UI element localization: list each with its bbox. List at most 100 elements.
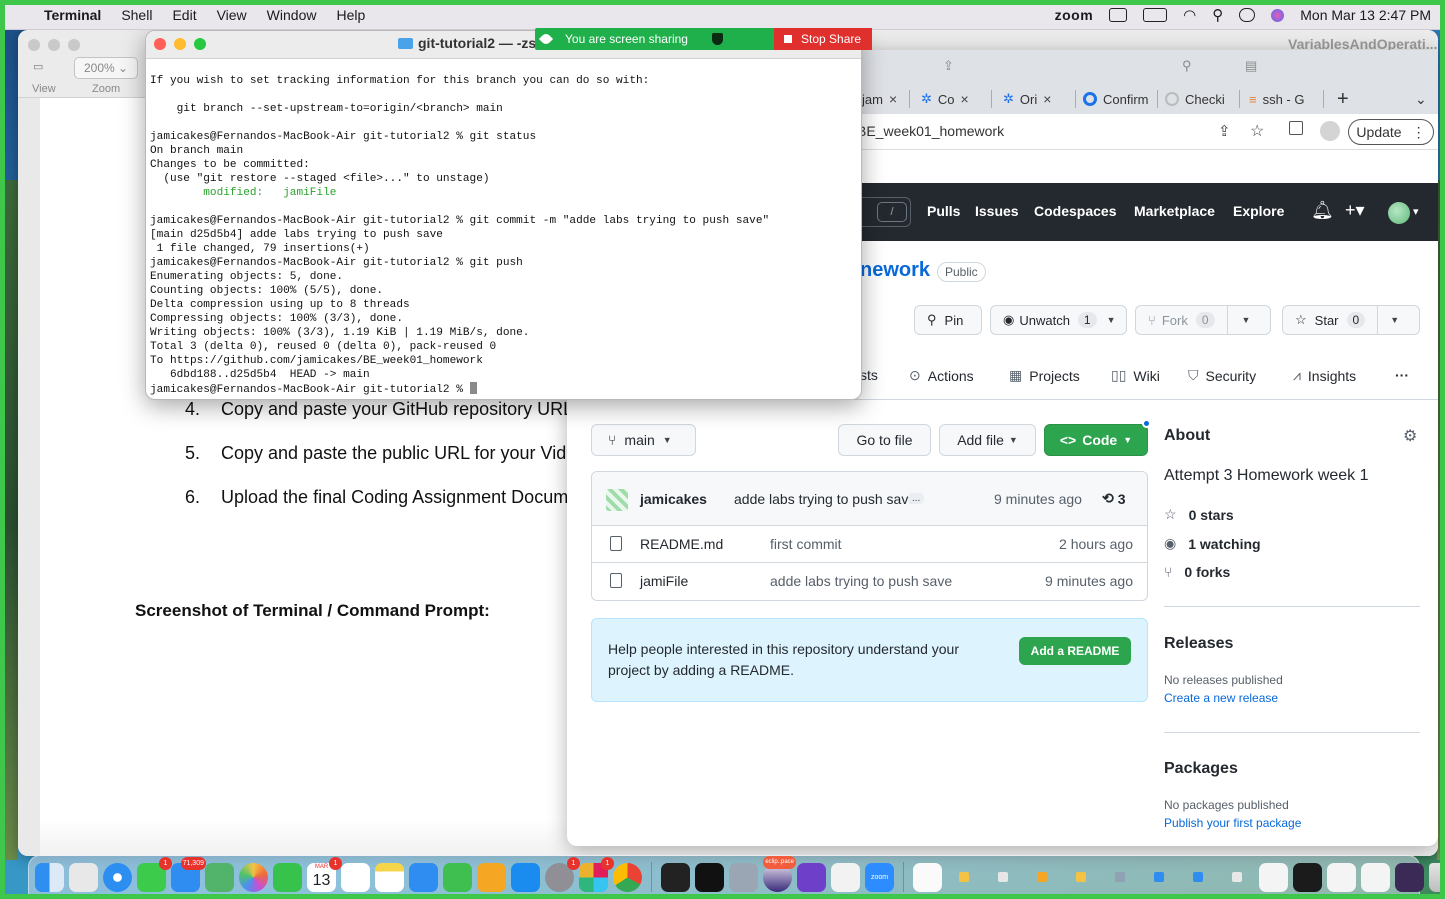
file-name[interactable]: README.md (640, 536, 723, 552)
terminal-output[interactable]: If you wish to set tracking information … (150, 74, 856, 397)
github-desktop-icon[interactable] (797, 862, 826, 892)
more-tabs-button[interactable]: ··· (1395, 367, 1409, 383)
star-caret-icon[interactable]: ▼ (1390, 315, 1399, 325)
browser-tab-4[interactable]: Confirm (1083, 88, 1149, 110)
doc-minimize-button[interactable] (48, 39, 60, 51)
browser-tab-2[interactable]: ✲ Co × (921, 88, 969, 110)
packages-heading[interactable]: Packages (1164, 760, 1238, 778)
commit-time[interactable]: 9 minutes ago (994, 491, 1082, 507)
nav-codespaces[interactable]: Codespaces (1034, 203, 1116, 219)
spotlight-search-icon[interactable]: ⚲ (1212, 6, 1223, 24)
dock-minimized-window[interactable] (1115, 872, 1125, 882)
reminders-icon[interactable] (341, 862, 370, 892)
commit-message[interactable]: adde labs trying to push save (734, 491, 916, 507)
activity-monitor-icon[interactable] (661, 862, 690, 892)
dock-minimized-window[interactable] (1037, 872, 1047, 882)
stop-share-button[interactable]: Stop Share (774, 28, 872, 50)
keynote-icon[interactable] (409, 862, 438, 892)
tab-actions[interactable]: ⊙ Actions (909, 367, 974, 384)
profile-avatar-icon[interactable] (1320, 121, 1340, 141)
minimized-document-thumbnail[interactable] (1361, 862, 1390, 892)
new-tab-button[interactable]: + (1337, 88, 1349, 110)
calendar-icon[interactable]: 13 1 MAR (307, 856, 342, 892)
create-new-plus-icon[interactable]: +▾ (1345, 200, 1365, 221)
bookmark-star-icon[interactable]: ☆ (1250, 121, 1264, 141)
browser-tab-3[interactable]: ✲ Ori × (1003, 88, 1051, 110)
nav-explore[interactable]: Explore (1233, 203, 1284, 219)
browser-tab-5[interactable]: Checki (1165, 88, 1225, 110)
stars-stat[interactable]: ☆ 0 stars (1164, 506, 1234, 523)
branch-selector[interactable]: ⑂ main ▼ (591, 424, 696, 456)
minimized-document-thumbnail[interactable] (1259, 862, 1288, 892)
doc-toolbar-icon[interactable]: ▤ (1245, 58, 1257, 74)
finder-icon[interactable] (35, 862, 64, 892)
preview-icon[interactable] (729, 862, 758, 892)
avatar-caret-icon[interactable]: ▾ (1413, 205, 1419, 218)
add-readme-button[interactable]: Add a README (1019, 637, 1131, 665)
system-settings-icon[interactable]: 1 (545, 856, 580, 892)
publish-package-link[interactable]: Publish your first package (1164, 816, 1301, 830)
tab-insights[interactable]: ⩘ Insights (1293, 367, 1356, 384)
control-center-icon[interactable] (1239, 8, 1256, 22)
battery-icon[interactable] (1143, 8, 1168, 22)
commit-author[interactable]: jamicakes (640, 491, 707, 507)
tab-search-button[interactable]: ⌄ (1415, 88, 1427, 110)
minimized-app-thumbnail[interactable] (1395, 862, 1424, 892)
code-button[interactable]: <> Code ▼ (1044, 424, 1148, 456)
mail-icon[interactable]: 71,309 (171, 856, 206, 892)
unwatch-button[interactable]: ◉ Unwatch 1 ▼ (990, 305, 1127, 335)
share-toolbar-icon[interactable]: ⇪ (943, 58, 954, 74)
fork-button[interactable]: ⑂ Fork 0 ▼ (1135, 305, 1271, 335)
terminal-minimize-button[interactable] (174, 38, 186, 50)
dock-minimized-window[interactable] (1232, 872, 1242, 882)
menu-edit[interactable]: Edit (172, 7, 196, 23)
user-avatar[interactable] (1388, 202, 1410, 224)
browser-tab-1[interactable]: jam × (862, 88, 897, 110)
tab-close-icon[interactable]: × (961, 91, 969, 107)
nav-marketplace[interactable]: Marketplace (1134, 203, 1215, 219)
tab-close-icon[interactable]: × (889, 91, 897, 107)
gear-icon[interactable]: ⚙ (1403, 426, 1417, 446)
terminal-prompt-line[interactable]: jamicakes@Fernandos-MacBook-Air git-tuto… (150, 382, 856, 397)
screen-share-banner[interactable]: You are screen sharing (535, 28, 774, 50)
go-to-file-button[interactable]: Go to file (838, 424, 931, 456)
menu-help[interactable]: Help (336, 7, 365, 23)
minimized-terminal-thumbnail[interactable] (1293, 862, 1322, 892)
document-stack-icon[interactable] (913, 862, 942, 892)
sidebar-view-icon[interactable]: ▭ (33, 60, 43, 73)
repo-name-link[interactable]: nework (860, 259, 930, 282)
zoom-app-icon[interactable]: zoom (865, 862, 894, 892)
releases-heading[interactable]: Releases (1164, 635, 1233, 653)
minimized-document-thumbnail[interactable] (1327, 862, 1356, 892)
chrome-icon[interactable] (613, 862, 642, 892)
trash-icon[interactable] (1429, 862, 1445, 892)
photos-icon[interactable] (239, 862, 268, 892)
zoom-menu-extra[interactable]: zoom (1055, 7, 1094, 23)
slack-icon[interactable]: 1 (579, 856, 614, 892)
commit-history-link[interactable]: ⟲ 3 (1102, 490, 1126, 507)
file-name[interactable]: jamiFile (640, 573, 688, 589)
file-commit-message[interactable]: adde labs trying to push save (770, 573, 952, 589)
eclipse-icon[interactable]: eclip..pace (763, 855, 796, 892)
doc-zoom-button[interactable] (68, 39, 80, 51)
launchpad-icon[interactable] (69, 862, 98, 892)
terminal-icon[interactable] (695, 862, 724, 892)
notes-icon[interactable] (375, 862, 404, 892)
pages-icon[interactable] (477, 862, 506, 892)
pin-button[interactable]: ⚲ Pin (914, 305, 982, 335)
add-file-button[interactable]: Add file ▼ (939, 424, 1036, 456)
watching-stat[interactable]: ◉ 1 watching (1164, 535, 1261, 552)
tab-security[interactable]: ⛉ Security (1188, 367, 1256, 384)
browser-update-button[interactable]: Update ⋮ (1348, 119, 1434, 145)
dock-minimized-window[interactable] (998, 872, 1008, 882)
siri-icon[interactable] (1271, 8, 1285, 22)
input-menu-icon[interactable] (1109, 8, 1128, 22)
fork-caret-icon[interactable]: ▼ (1242, 315, 1251, 325)
terminal-zoom-button[interactable] (194, 38, 206, 50)
share-icon[interactable]: ⇪ (1218, 122, 1231, 140)
terminal-close-button[interactable] (154, 38, 166, 50)
url-field[interactable]: BE_week01_homework (857, 123, 1004, 139)
doc-close-button[interactable] (28, 39, 40, 51)
side-panel-icon[interactable] (1289, 121, 1303, 135)
forks-stat[interactable]: ⑂ 0 forks (1164, 564, 1230, 580)
